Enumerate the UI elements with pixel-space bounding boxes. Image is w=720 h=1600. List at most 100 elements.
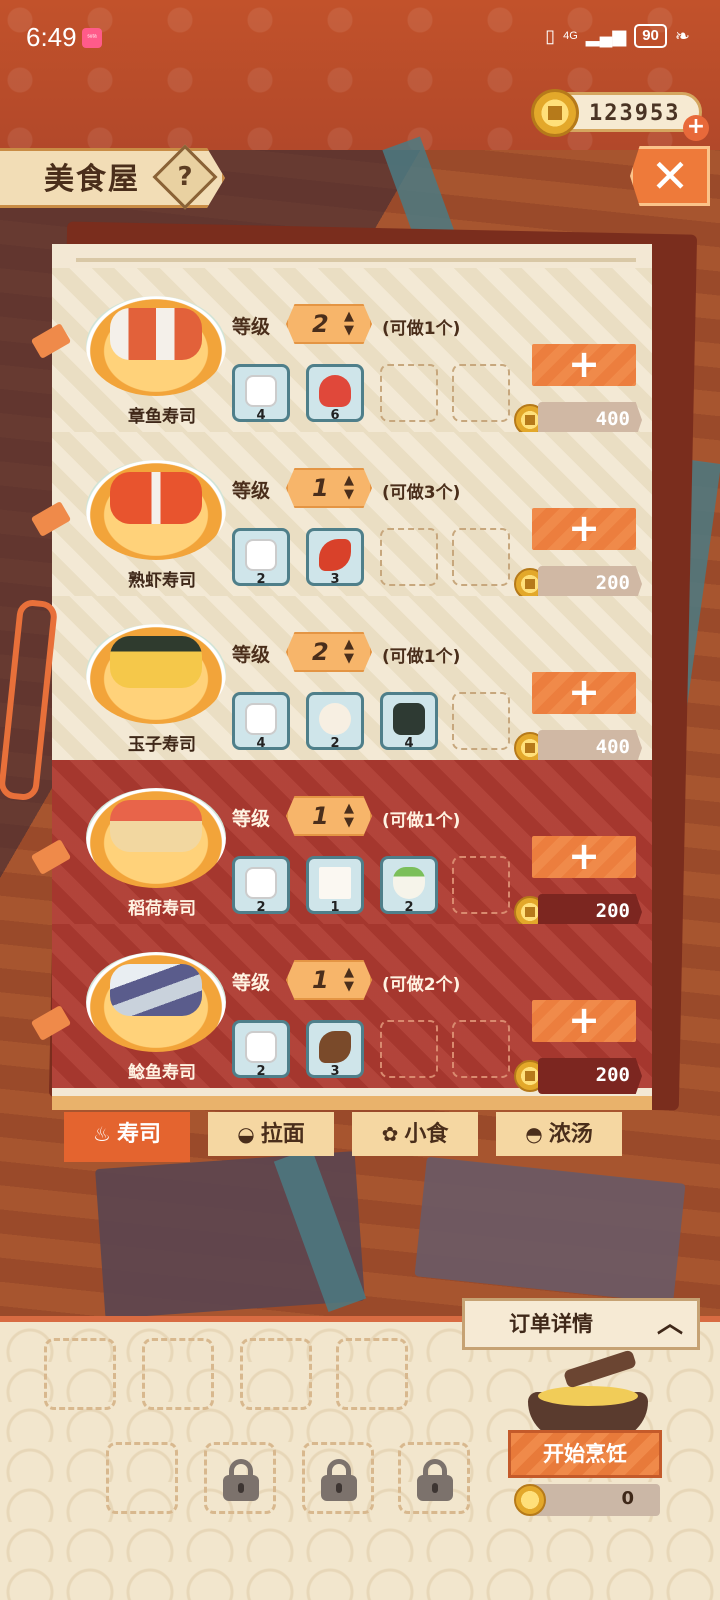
- grade-selector[interactable]: 1 ▲ ▼: [286, 468, 372, 508]
- order-details-button[interactable]: 订单详情 ︿: [462, 1298, 700, 1350]
- locked-slot[interactable]: [302, 1442, 374, 1514]
- soup-icon: ◓: [525, 1122, 543, 1146]
- can-make-count: (可做1个): [382, 319, 461, 339]
- lock-icon: [317, 1457, 361, 1501]
- ingredient-count: 2: [404, 900, 414, 915]
- rice-icon: [245, 539, 277, 571]
- grade-label: 等级: [232, 808, 271, 830]
- radish-icon: [393, 867, 425, 899]
- battery-indicator: 90: [634, 24, 667, 48]
- order-details-label: 订单详情: [509, 1312, 593, 1336]
- ingredient-slot: 2: [306, 692, 364, 751]
- order-slot[interactable]: [142, 1338, 214, 1410]
- snack-icon: ✿: [381, 1122, 399, 1146]
- grade-selector[interactable]: 1 ▲ ▼: [286, 960, 372, 1000]
- add-to-order-button[interactable]: +: [532, 672, 636, 714]
- cooking-cost-bar: 0: [530, 1484, 660, 1516]
- price-value: 400: [595, 408, 630, 430]
- ingredient-slot: 4: [232, 692, 290, 751]
- grade-selector[interactable]: 2 ▲ ▼: [286, 632, 372, 672]
- signal-icon: ▂▄▆: [585, 25, 627, 46]
- rice-icon: [245, 703, 277, 735]
- status-time: 6:49: [26, 22, 77, 52]
- cooking-cost: 0: [621, 1488, 634, 1509]
- grade-label: 等级: [232, 972, 271, 994]
- ingredient-count: 4: [404, 736, 414, 751]
- order-slot[interactable]: [44, 1338, 116, 1410]
- rice-icon: [245, 375, 277, 407]
- ingredient-slot: 4: [232, 364, 290, 423]
- ingredient-count: 1: [330, 900, 340, 915]
- tab-snack[interactable]: ✿ 小食: [352, 1112, 478, 1156]
- lock-icon: [219, 1457, 263, 1501]
- grade-value: 1: [312, 966, 329, 994]
- leaf-icon: ❧: [674, 25, 690, 46]
- ingredient-count: 4: [256, 736, 266, 751]
- vibrate-icon: ▯: [545, 25, 556, 46]
- add-to-order-button[interactable]: +: [532, 836, 636, 878]
- inari-sushi-icon: [110, 800, 202, 852]
- start-cooking-button[interactable]: 开始烹饪: [508, 1430, 662, 1478]
- status-indicators: ▯ 4G ▂▄▆ 90 ❧: [545, 24, 690, 48]
- ingredient-slot: 2: [232, 856, 290, 915]
- ingredient-slot-empty: [380, 1020, 438, 1078]
- add-to-order-button[interactable]: +: [532, 508, 636, 550]
- ingredient-count: 2: [256, 572, 266, 587]
- locked-slot[interactable]: [204, 1442, 276, 1514]
- tab-ramen[interactable]: ◒ 拉面: [208, 1112, 334, 1156]
- egg-icon: [319, 703, 351, 735]
- locked-slot[interactable]: [398, 1442, 470, 1514]
- grade-value: 2: [312, 310, 329, 338]
- tab-label: 拉面: [260, 1122, 305, 1147]
- order-slot[interactable]: [336, 1338, 408, 1410]
- ingredient-slot-empty: [452, 692, 510, 750]
- can-make-count: (可做3个): [382, 483, 461, 503]
- ingredient-count: 2: [256, 1064, 266, 1079]
- grade-selector[interactable]: 1 ▲ ▼: [286, 796, 372, 836]
- order-slot[interactable]: [106, 1442, 178, 1514]
- grade-selector[interactable]: 2 ▲ ▼: [286, 304, 372, 344]
- grade-label: 等级: [232, 316, 271, 338]
- egg-sushi-icon: [110, 636, 202, 688]
- updown-arrows-icon: ▲ ▼: [344, 801, 354, 830]
- grade-value: 2: [312, 638, 329, 666]
- network-label: 4G: [563, 30, 578, 42]
- add-coins-button[interactable]: +: [683, 115, 709, 141]
- ingredient-slot: 3: [306, 1020, 364, 1079]
- recipe-panel: 章鱼寿司 等级 2 ▲ ▼ (可做1个) 4 6 + 400 熟虾寿司 等级 1 …: [52, 244, 652, 1100]
- dish-name: 玉子寿司: [128, 735, 196, 755]
- can-make-count: (可做1个): [382, 811, 461, 831]
- rice-icon: [245, 867, 277, 899]
- tab-label: 浓汤: [548, 1122, 593, 1147]
- octopus-icon: [319, 375, 351, 407]
- ingredient-slot: 2: [380, 856, 438, 915]
- ingredient-count: 6: [330, 408, 340, 423]
- close-button[interactable]: ✕: [630, 146, 710, 206]
- catfish-sushi-icon: [110, 964, 202, 1016]
- updown-arrows-icon: ▲ ▼: [344, 309, 354, 338]
- add-to-order-button[interactable]: +: [532, 1000, 636, 1042]
- chevron-up-icon: ︿: [656, 1309, 683, 1339]
- ingredient-slot: 4: [380, 692, 438, 751]
- price-value: 400: [595, 736, 630, 758]
- panel-divider: [76, 258, 636, 262]
- grade-label: 等级: [232, 480, 271, 502]
- can-make-count: (可做1个): [382, 647, 461, 667]
- sushi-icon: ♨: [93, 1122, 111, 1146]
- ingredient-slot: 2: [232, 528, 290, 587]
- coin-icon: [514, 1484, 546, 1516]
- price-value: 200: [595, 900, 630, 922]
- price-value: 200: [595, 1064, 630, 1086]
- add-to-order-button[interactable]: +: [532, 344, 636, 386]
- ingredient-count: 2: [256, 900, 266, 915]
- updown-arrows-icon: ▲ ▼: [344, 965, 354, 994]
- recipe-row: 鲶鱼寿司 等级 1 ▲ ▼ (可做2个) 2 3 + 200: [52, 924, 652, 1094]
- shrimp-sushi-icon: [110, 472, 202, 524]
- ingredient-count: 4: [256, 408, 266, 423]
- recipe-row: 稻荷寿司 等级 1 ▲ ▼ (可做1个) 2 1 2 + 200: [52, 760, 652, 930]
- order-slot[interactable]: [240, 1338, 312, 1410]
- tab-sushi[interactable]: ♨ 寿司: [64, 1112, 190, 1162]
- grade-value: 1: [312, 474, 329, 502]
- notification-app-icon: ˢᵘᵗᵃ: [82, 28, 102, 48]
- tab-soup[interactable]: ◓ 浓汤: [496, 1112, 622, 1156]
